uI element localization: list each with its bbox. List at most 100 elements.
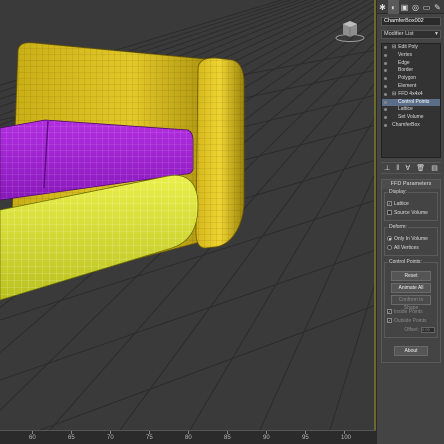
lightbulb-icon[interactable] bbox=[384, 123, 387, 127]
timeline-tick-label: 75 bbox=[146, 435, 153, 441]
modifier-stack[interactable]: ⊟ Edit Poly Vertex Edge Border Polygon Element… bbox=[381, 43, 441, 158]
stack-item[interactable]: Polygon bbox=[382, 75, 440, 83]
lightbulb-icon[interactable] bbox=[384, 77, 387, 81]
show-end-result-icon[interactable]: ‖ bbox=[396, 165, 399, 172]
timeline-tick bbox=[227, 431, 228, 434]
timeline-tick-label: 70 bbox=[107, 435, 114, 441]
stack-item-label: Edit Poly bbox=[398, 44, 418, 50]
stack-item[interactable]: Element bbox=[382, 83, 440, 91]
timeline-tick bbox=[149, 431, 150, 434]
hierarchy-tab-icon[interactable]: ▣ bbox=[399, 0, 410, 14]
stack-item[interactable]: Lattice bbox=[382, 106, 440, 114]
stack-item[interactable]: Vertex bbox=[382, 52, 440, 60]
stack-item-label: Set Volume bbox=[398, 114, 424, 121]
stack-item[interactable]: Border bbox=[382, 67, 440, 75]
utilities-tab-icon[interactable]: ✎ bbox=[432, 0, 443, 14]
pin-stack-icon[interactable]: ⊥ bbox=[384, 164, 390, 172]
stack-item[interactable]: ⊟ Edit Poly bbox=[382, 44, 440, 52]
lightbulb-icon[interactable] bbox=[384, 108, 387, 112]
modifier-list-dropdown[interactable]: Modifier List ▼ bbox=[381, 30, 441, 39]
only-in-volume-label: Only In Volume bbox=[394, 235, 428, 242]
lightbulb-icon[interactable] bbox=[384, 116, 387, 120]
all-vertices-radio[interactable] bbox=[387, 245, 392, 250]
stack-item[interactable]: Set Volume bbox=[382, 114, 440, 122]
lightbulb-icon[interactable] bbox=[384, 46, 387, 49]
timeline-tick-label: 60 bbox=[29, 435, 36, 441]
inside-points-checkbox-row[interactable]: ✓ Inside Points bbox=[387, 307, 435, 316]
make-unique-icon[interactable]: ∀ bbox=[405, 164, 410, 172]
lightbulb-icon[interactable] bbox=[384, 100, 387, 104]
deform-label: Deform: bbox=[388, 224, 408, 231]
inside-points-checkbox[interactable]: ✓ bbox=[387, 309, 392, 314]
stack-item-label: Element bbox=[398, 82, 417, 89]
all-vertices-label: All Vertices bbox=[394, 244, 419, 251]
perspective-viewport[interactable] bbox=[0, 0, 376, 430]
source-volume-checkbox[interactable] bbox=[387, 210, 392, 215]
stack-item-label: FFD 4x4x4 bbox=[398, 90, 423, 97]
animate-all-button[interactable]: Animate All bbox=[391, 283, 431, 293]
timeline-tick-label: 100 bbox=[341, 435, 352, 441]
control-points-label: Control Points: bbox=[388, 259, 423, 266]
stack-item-label: Vertex bbox=[398, 51, 413, 58]
timeline-tick-label: 90 bbox=[263, 435, 270, 441]
stack-item-label: ChamferBox bbox=[392, 121, 420, 128]
modify-tab-icon[interactable]: ◐ bbox=[388, 0, 399, 14]
timeline-tick bbox=[305, 431, 306, 434]
outside-points-checkbox-row[interactable]: ✓ Outside Points bbox=[387, 316, 435, 325]
ffd-parameters-rollout: FFD Parameters Display: ✓ Lattice Source… bbox=[381, 179, 441, 363]
timeline-tick bbox=[32, 431, 33, 434]
all-vertices-radio-row[interactable]: All Vertices bbox=[387, 243, 435, 252]
display-label: Display: bbox=[388, 189, 408, 196]
conform-to-shape-button[interactable]: Conform to Shape bbox=[391, 295, 431, 311]
display-group: Display: ✓ Lattice Source Volume bbox=[384, 189, 438, 221]
motion-tab-icon[interactable]: ◎ bbox=[410, 0, 421, 14]
source-volume-checkbox-row[interactable]: Source Volume bbox=[387, 208, 435, 217]
lattice-checkbox-row[interactable]: ✓ Lattice bbox=[387, 199, 435, 208]
modifier-list-label: Modifier List bbox=[384, 31, 414, 37]
lightbulb-icon[interactable] bbox=[384, 92, 387, 96]
expand-toggle-icon[interactable]: ⊟ bbox=[392, 44, 396, 50]
timeline-tick bbox=[71, 431, 72, 434]
timeline-ruler[interactable]: 60 65 70 75 80 85 90 95 100 bbox=[0, 430, 376, 444]
viewport-scene bbox=[0, 0, 376, 430]
outside-points-checkbox[interactable]: ✓ bbox=[387, 318, 392, 323]
stack-item-label: Border bbox=[398, 67, 414, 74]
timeline-tick-label: 80 bbox=[185, 435, 192, 441]
object-name-field[interactable]: ChamferBox002 bbox=[381, 17, 441, 26]
display-tab-icon[interactable]: ▭ bbox=[421, 0, 432, 14]
stack-item-label: Control Points bbox=[398, 98, 430, 105]
only-in-volume-radio-row[interactable]: Only In Volume bbox=[387, 234, 435, 243]
reset-button[interactable]: Reset bbox=[391, 271, 431, 281]
offset-label: Offset: bbox=[404, 326, 419, 333]
create-tab-icon[interactable]: ✱ bbox=[377, 0, 388, 14]
stack-item[interactable]: Control Points bbox=[382, 98, 440, 107]
expand-toggle-icon[interactable]: ⊟ bbox=[392, 91, 396, 97]
stack-item-label: Lattice bbox=[398, 106, 413, 113]
lattice-label: Lattice bbox=[394, 200, 409, 207]
only-in-volume-radio[interactable] bbox=[387, 236, 392, 241]
lightbulb-icon[interactable] bbox=[384, 53, 387, 57]
configure-sets-icon[interactable]: ▤ bbox=[431, 164, 438, 172]
lightbulb-icon[interactable] bbox=[384, 84, 387, 88]
lightbulb-icon[interactable] bbox=[384, 61, 387, 65]
lightbulb-icon[interactable] bbox=[384, 69, 387, 73]
lattice-checkbox[interactable]: ✓ bbox=[387, 201, 392, 206]
command-panel-tabs: ✱ ◐ ▣ ◎ ▭ ✎ bbox=[377, 0, 444, 14]
stack-item[interactable]: ⊟ FFD 4x4x4 bbox=[382, 91, 440, 99]
stack-item[interactable]: Edge bbox=[382, 60, 440, 68]
stack-toolbar: ⊥ ‖ ∀ 🗑 ▤ bbox=[381, 162, 441, 174]
source-volume-label: Source Volume bbox=[394, 209, 428, 216]
ffd-parameters-title[interactable]: FFD Parameters bbox=[382, 180, 440, 189]
timeline-tick-label: 95 bbox=[302, 435, 309, 441]
viewcube[interactable] bbox=[335, 21, 365, 42]
command-panel: ✱ ◐ ▣ ◎ ▭ ✎ ChamferBox002 Modifier List … bbox=[376, 0, 444, 444]
stack-item-label: Edge bbox=[398, 59, 410, 66]
offset-spinner[interactable]: 0.05 bbox=[421, 326, 435, 333]
stack-item[interactable]: ChamferBox bbox=[382, 122, 440, 130]
deform-group: Deform: Only In Volume All Vertices bbox=[384, 224, 438, 256]
timeline-tick bbox=[266, 431, 267, 434]
about-button[interactable]: About bbox=[394, 346, 428, 356]
outside-points-label: Outside Points bbox=[394, 317, 427, 324]
remove-modifier-icon[interactable]: 🗑 bbox=[416, 164, 425, 172]
stack-item-label: Polygon bbox=[398, 75, 417, 82]
